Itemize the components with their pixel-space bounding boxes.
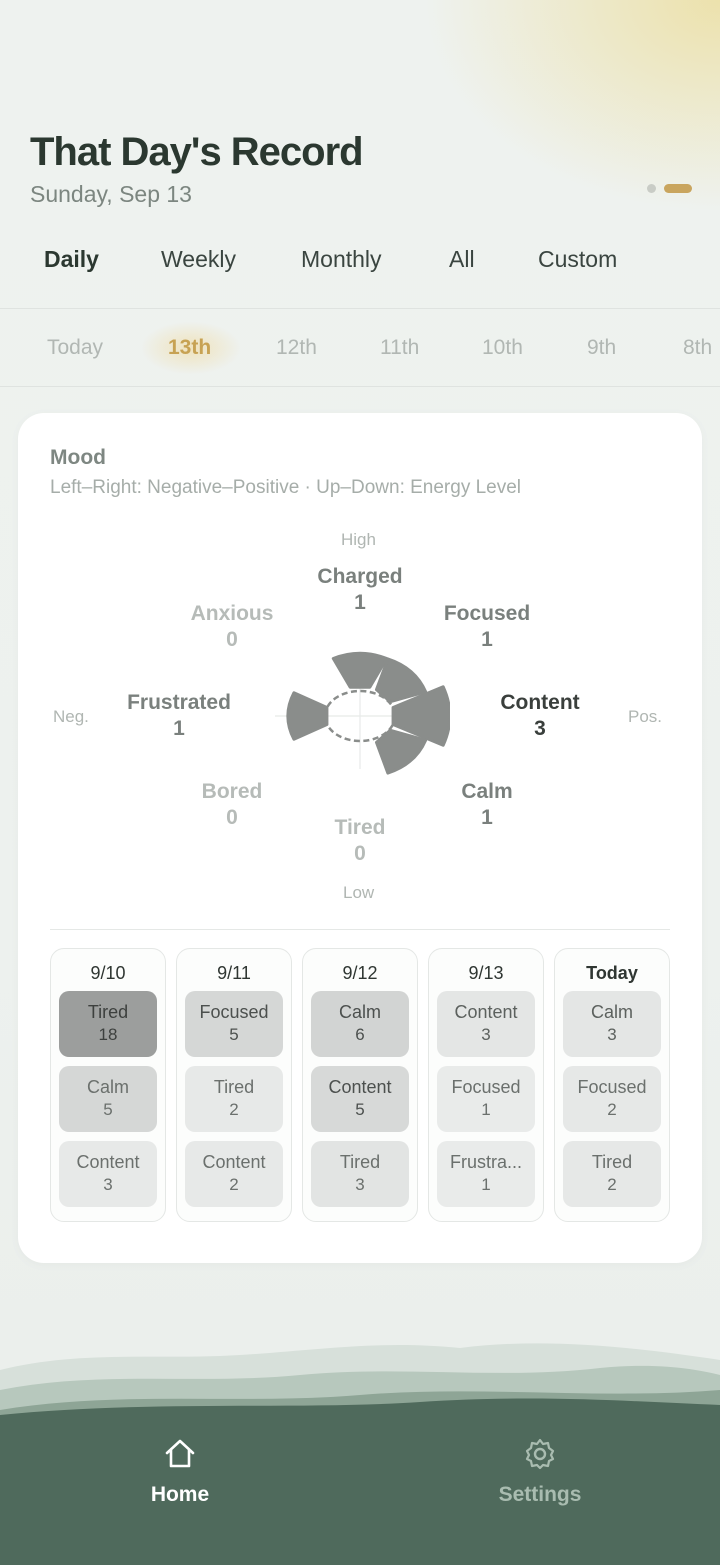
- history-tile: Focused 1: [437, 1066, 535, 1132]
- axis-neg-label: Neg.: [53, 707, 89, 726]
- history-tile: Content 3: [59, 1141, 157, 1207]
- tab-custom[interactable]: Custom: [538, 246, 617, 273]
- history-tile: Calm 6: [311, 991, 409, 1057]
- history-tile: Tired 2: [563, 1141, 661, 1207]
- page-indicator[interactable]: [647, 184, 692, 193]
- axis-low-label: Low: [343, 883, 375, 902]
- history-columns: 9/10 Tired 18 Calm 5 Content 3 9/11 Focused…: [50, 948, 670, 1222]
- card-title: Mood: [50, 446, 106, 469]
- header: That Day's Record Sunday, Sep 13: [30, 130, 364, 208]
- day-item-9th[interactable]: 9th: [587, 336, 616, 360]
- page-date: Sunday, Sep 13: [30, 181, 192, 207]
- column-date: Today: [586, 963, 638, 983]
- history-column-9-11[interactable]: 9/11 Focused 5 Tired 2 Content 2: [176, 948, 292, 1222]
- tab-all[interactable]: All: [449, 246, 475, 273]
- petal-frustrated: [286, 691, 329, 741]
- mood-frustrated[interactable]: Frustrated 1: [99, 690, 259, 742]
- home-icon: [165, 1439, 195, 1468]
- history-tile: Calm 3: [563, 991, 661, 1057]
- mood-bored[interactable]: Bored 0: [152, 779, 312, 831]
- day-selector: Today 13th 12th 11th 10th 9th 8th: [0, 322, 720, 374]
- gear-icon: [525, 1438, 555, 1470]
- divider: [0, 308, 720, 309]
- mood-card: Mood Left–Right: Negative–Positive · Up–…: [18, 413, 702, 1263]
- column-date: 9/12: [342, 963, 378, 983]
- divider: [0, 386, 720, 387]
- nav-settings[interactable]: Settings: [460, 1436, 620, 1507]
- page-dot: [647, 184, 656, 193]
- nav-home[interactable]: Home: [100, 1436, 260, 1507]
- day-item-8th[interactable]: 8th: [683, 336, 712, 360]
- nav-home-label: Home: [150, 1483, 210, 1506]
- history-column-today[interactable]: Today Calm 3 Focused 2 Tired 2: [554, 948, 670, 1222]
- petal-calm: [374, 728, 428, 775]
- mood-content[interactable]: Content 3: [460, 690, 620, 742]
- page-title: That Day's Record: [30, 130, 364, 174]
- history-column-9-12[interactable]: 9/12 Calm 6 Content 5 Tired 3: [302, 948, 418, 1222]
- history-tile: Content 2: [185, 1141, 283, 1207]
- history-tile: Content 3: [437, 991, 535, 1057]
- card-divider: [50, 929, 670, 930]
- axis-pos-label: Pos.: [628, 707, 663, 726]
- history-column-9-13[interactable]: 9/13 Content 3 Focused 1 Frustra... 1: [428, 948, 544, 1222]
- nav-settings-label: Settings: [498, 1483, 582, 1506]
- mood-radial-chart: [275, 651, 450, 775]
- axis-high-label: High: [341, 530, 376, 549]
- tab-weekly[interactable]: Weekly: [161, 246, 236, 273]
- card-subtitle: Left–Right: Negative–Positive · Up–Down:…: [50, 477, 522, 498]
- history-tile: Focused 2: [563, 1066, 661, 1132]
- day-item-10th[interactable]: 10th: [482, 336, 523, 360]
- column-date: 9/13: [468, 963, 504, 983]
- column-date: 9/11: [217, 963, 251, 983]
- history-tile: Tired 18: [59, 991, 157, 1057]
- bottom-nav: Home Settings: [0, 1420, 720, 1565]
- history-column-9-10[interactable]: 9/10 Tired 18 Calm 5 Content 3: [50, 948, 166, 1222]
- history-tile: Tired 2: [185, 1066, 283, 1132]
- tab-monthly[interactable]: Monthly: [301, 246, 382, 273]
- day-item-12th[interactable]: 12th: [276, 336, 317, 360]
- mood-petals: [286, 651, 450, 775]
- history-tile: Focused 5: [185, 991, 283, 1057]
- period-tabs: Daily Weekly Monthly All Custom: [0, 246, 720, 286]
- tab-daily[interactable]: Daily: [44, 246, 99, 273]
- history-tile: Tired 3: [311, 1141, 409, 1207]
- day-item-11th[interactable]: 11th: [380, 336, 419, 360]
- history-tile: Frustra... 1: [437, 1141, 535, 1207]
- day-item-13th[interactable]: 13th: [168, 336, 211, 360]
- history-tile: Content 5: [311, 1066, 409, 1132]
- page-dot-active: [664, 184, 692, 193]
- history-tile: Calm 5: [59, 1066, 157, 1132]
- column-date: 9/10: [90, 963, 126, 983]
- day-item-today[interactable]: Today: [47, 336, 103, 360]
